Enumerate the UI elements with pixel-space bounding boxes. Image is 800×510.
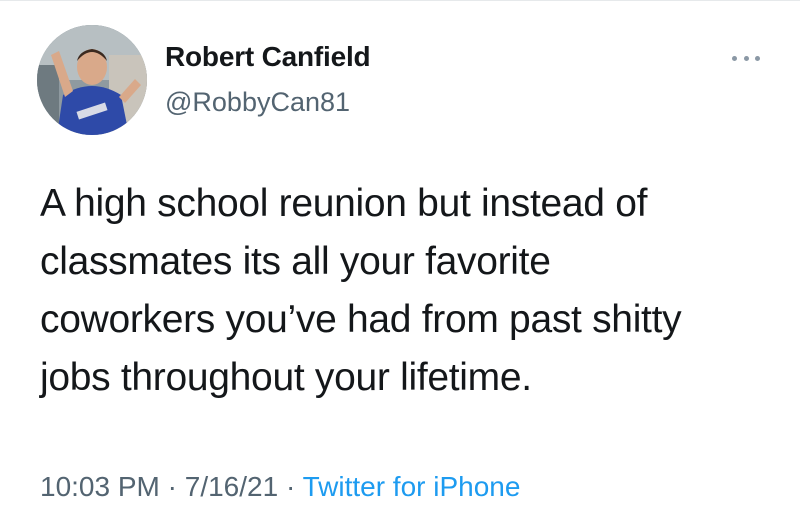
more-dot (732, 55, 737, 61)
tweet-card: Robert Canfield @RobbyCan81 A high schoo… (0, 0, 800, 510)
tweet-text-line: jobs throughout your lifetime. (40, 356, 532, 399)
tweet-time[interactable]: 10:03 PM (40, 471, 160, 502)
author-handle[interactable]: @RobbyCan81 (165, 87, 350, 118)
tweet-text-line: A high school reunion but instead of (40, 182, 648, 225)
meta-separator: · (278, 471, 303, 502)
more-dot (743, 55, 749, 61)
meta-separator: · (159, 471, 185, 502)
avatar[interactable] (37, 25, 147, 135)
tweet-text-line: classmates its all your favorite (40, 240, 551, 283)
tweet-text: A high school reunion but instead of cla… (40, 175, 780, 407)
tweet-source-link[interactable]: Twitter for iPhone (303, 471, 521, 502)
more-horizontal-icon[interactable] (732, 53, 760, 63)
tweet-text-line: coworkers you’ve had from past shitty (40, 298, 682, 341)
avatar-photo (37, 25, 147, 135)
author-display-name[interactable]: Robert Canfield (165, 41, 371, 73)
more-dot (755, 55, 760, 61)
tweet-date[interactable]: 7/16/21 (185, 471, 278, 502)
tweet-meta: 10:03 PM · 7/16/21 · Twitter for iPhone (40, 471, 520, 503)
